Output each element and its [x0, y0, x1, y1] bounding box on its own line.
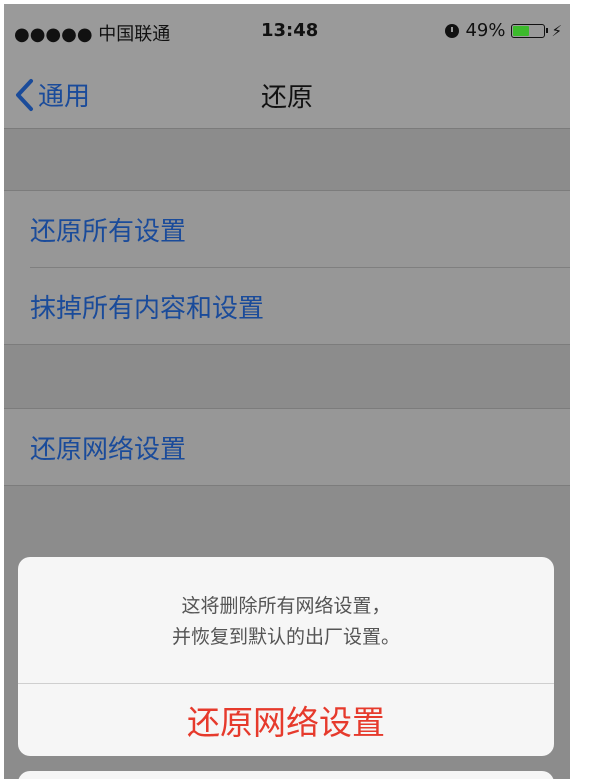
reset-group-2: 还原网络设置	[4, 408, 570, 486]
reset-all-settings-label: 还原所有设置	[30, 217, 187, 247]
carrier-signal: ●●●●● 中国联通	[14, 24, 171, 45]
action-sheet-message: 这将删除所有网络设置， 并恢复到默认的出厂设置。	[18, 557, 554, 683]
reset-all-settings-row[interactable]: 还原所有设置	[4, 191, 570, 267]
erase-all-content-label: 抹掉所有内容和设置	[30, 294, 265, 324]
message-line-2: 并恢复到默认的出厂设置。	[171, 626, 400, 648]
alarm-icon	[445, 23, 460, 38]
battery-icon	[511, 23, 549, 38]
page-title: 还原	[260, 83, 313, 113]
navigation-bar: 通用 还原	[4, 62, 570, 129]
status-right: 49% ⚡	[445, 20, 562, 41]
confirm-reset-network-button[interactable]: 还原网络设置	[18, 684, 554, 756]
reset-network-settings-label: 还原网络设置	[30, 435, 187, 465]
battery-percent: 49%	[465, 20, 506, 41]
erase-all-content-row[interactable]: 抹掉所有内容和设置	[30, 267, 570, 344]
section-spacer	[4, 346, 570, 408]
reset-network-settings-row[interactable]: 还原网络设置	[4, 409, 570, 485]
battery-level-fill	[513, 25, 530, 36]
cancel-sheet-button[interactable]	[18, 771, 554, 779]
section-spacer	[4, 129, 570, 190]
message-line-1: 这将删除所有网络设置，	[181, 595, 391, 617]
phone-screen: ●●●●● 中国联通 13:48 49% ⚡ 通用 还原 还原所有设置 抹掉所有…	[4, 4, 570, 779]
status-time: 13:48	[261, 20, 319, 41]
charging-bolt-icon: ⚡	[551, 21, 562, 40]
reset-group-1: 还原所有设置 抹掉所有内容和设置	[4, 190, 570, 345]
status-bar: ●●●●● 中国联通 13:48 49% ⚡	[4, 4, 570, 62]
action-sheet: 这将删除所有网络设置， 并恢复到默认的出厂设置。 还原网络设置	[18, 557, 554, 756]
